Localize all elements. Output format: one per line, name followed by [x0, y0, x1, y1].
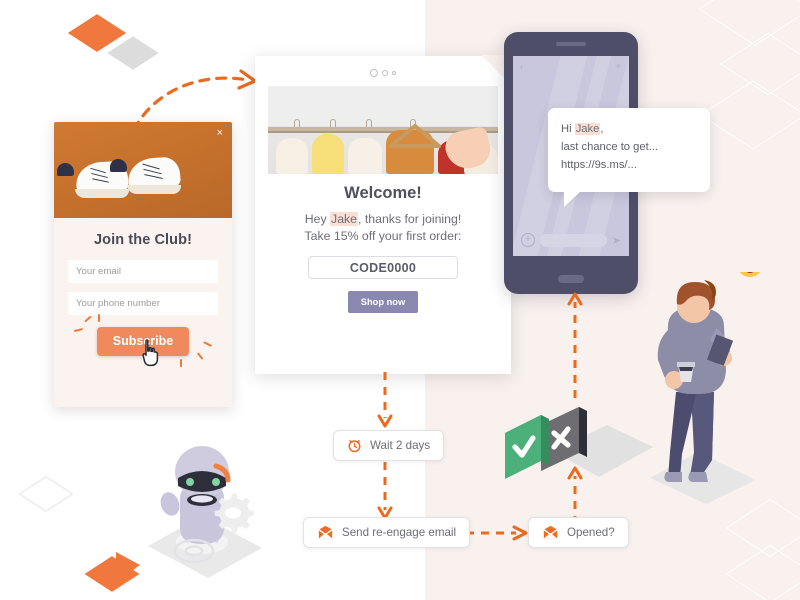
welcome-email-card[interactable]: Welcome! Hey Jake, thanks for joining! T… [255, 55, 512, 374]
plus-icon[interactable]: + [521, 233, 535, 247]
hanger-icon [389, 124, 441, 148]
sms-line-3: https://9s.ms/... [561, 159, 637, 171]
send-icon[interactable]: ➤ [612, 234, 621, 247]
decision-cards-group [505, 407, 653, 479]
spark [84, 315, 92, 323]
home-button[interactable] [558, 275, 584, 283]
back-icon[interactable]: ‹ [520, 62, 523, 72]
shop-now-button[interactable]: Shop now [347, 291, 419, 313]
dot-large [370, 69, 378, 77]
gear-icon[interactable]: ⚬ [614, 61, 622, 72]
garment [348, 138, 382, 174]
gear-icon [173, 538, 215, 564]
sms-line-1: Hi Jake, [561, 120, 697, 138]
dot-small [392, 71, 396, 75]
spark [196, 352, 204, 361]
dot-medium [382, 70, 388, 76]
gear-icon [214, 493, 254, 533]
greeting-name-token: Jake [330, 212, 359, 226]
sms-bubble: Hi Jake, last chance to get... https://9… [548, 108, 710, 207]
spark [98, 314, 101, 322]
node-wait-label: Wait 2 days [370, 439, 431, 452]
arrow-decision-to-phone [567, 292, 583, 398]
decor-triangle-orange [116, 552, 140, 582]
email-window-dots [255, 56, 511, 77]
email-hero-image [268, 86, 498, 174]
email-heading: Welcome! [344, 184, 422, 202]
phone-speaker [556, 42, 586, 46]
sms-name-token: Jake [574, 123, 601, 135]
popup-hero-image: × [54, 122, 232, 218]
envelope-icon [543, 525, 558, 539]
greeting-suffix: , thanks for joining! [358, 212, 462, 226]
message-input[interactable] [540, 233, 607, 247]
illustration-stage: × Join the Club! Subscribe [0, 0, 800, 600]
email-field[interactable] [68, 260, 218, 283]
node-wait[interactable]: Wait 2 days [333, 430, 445, 461]
popup-title: Join the Club! [93, 232, 193, 248]
phone-message-input-bar[interactable]: + ➤ [521, 232, 621, 248]
greeting-prefix: Hey [304, 212, 331, 226]
email-offer-line: Take 15% off your first order: [304, 229, 462, 243]
email-greeting: Hey Jake, thanks for joining! [269, 211, 497, 228]
envelope-icon [318, 525, 333, 539]
spark [179, 359, 182, 367]
node-send-email[interactable]: Send re-engage email [303, 517, 471, 548]
phone-field[interactable] [68, 292, 218, 315]
person-with-phone-illustration [650, 272, 761, 504]
node-opened-label: Opened? [567, 526, 615, 539]
sms-line-2: last chance to get... [561, 141, 659, 153]
phone-status-bar: ‹ ⚬ [520, 61, 622, 72]
signup-popup[interactable]: × Join the Club! Subscribe [54, 122, 232, 407]
alarm-clock-icon [348, 440, 361, 453]
spark [73, 327, 84, 333]
sms-greeting-suffix: , [600, 123, 604, 135]
arrow-wait-to-send [377, 462, 393, 520]
node-send-email-label: Send re-engage email [342, 526, 457, 539]
close-icon[interactable]: × [217, 128, 223, 139]
garment [312, 134, 344, 174]
hand-cursor-icon [142, 339, 159, 367]
garment [276, 138, 308, 174]
node-opened[interactable]: Opened? [528, 517, 629, 548]
promo-code-box[interactable]: CODE0000 [308, 256, 458, 279]
sms-greeting-prefix: Hi [561, 123, 575, 135]
arrow-email-to-wait [377, 372, 393, 428]
arrow-send-to-opened [466, 525, 528, 541]
spark [202, 341, 213, 348]
